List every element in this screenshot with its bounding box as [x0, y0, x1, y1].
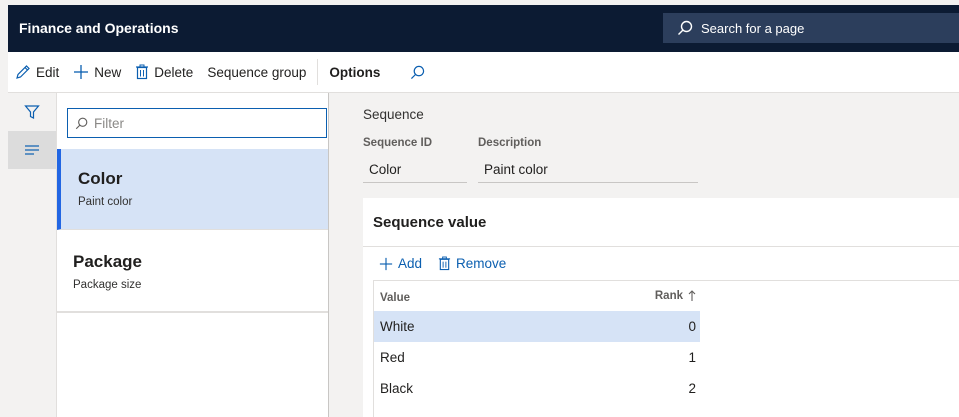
search-icon — [75, 117, 88, 129]
details-pane: Sequence Sequence ID Color Description P… — [338, 93, 959, 417]
filter-pane-button[interactable] — [8, 93, 56, 131]
new-label: New — [94, 64, 122, 80]
nav-bar: Finance and Operations Search for a page — [8, 5, 959, 52]
sequence-group-label: Sequence group — [207, 64, 307, 80]
sequence-id-label: Sequence ID — [363, 137, 433, 149]
list-item-title: Package — [73, 252, 142, 271]
edit-icon — [16, 65, 30, 79]
find-button[interactable] — [403, 52, 437, 93]
list-item[interactable]: Package Package size — [57, 231, 328, 312]
remove-label: Remove — [456, 256, 507, 271]
app-title[interactable]: Finance and Operations — [19, 20, 178, 36]
cell-rank: 2 — [688, 381, 696, 396]
add-button[interactable]: Add — [379, 256, 422, 271]
list-item-subtitle: Paint color — [78, 196, 133, 208]
list-pane: Color Paint color Package Package size — [57, 93, 329, 417]
options-tab[interactable]: Options — [322, 52, 387, 93]
list-item[interactable]: Color Paint color — [57, 149, 328, 230]
add-icon — [74, 65, 89, 79]
sort-ascending-icon — [688, 290, 696, 301]
filter-box[interactable] — [67, 108, 327, 138]
fasttab-title[interactable]: Sequence value — [373, 214, 486, 231]
edit-button[interactable]: Edit — [8, 52, 66, 93]
table-row[interactable]: Black 2 — [374, 373, 700, 404]
remove-button[interactable]: Remove — [438, 256, 506, 271]
table-row[interactable]: Red 1 — [374, 342, 700, 373]
action-pane: Edit New Delete Sequence group Options — [8, 52, 959, 93]
options-label: Options — [329, 64, 381, 80]
new-button[interactable]: New — [66, 52, 128, 93]
fasttab-divider — [363, 246, 959, 247]
column-header-value[interactable]: Value — [380, 292, 410, 304]
delete-icon — [438, 256, 451, 271]
cell-rank: 0 — [688, 319, 696, 334]
cell-rank: 1 — [688, 350, 696, 365]
edit-label: Edit — [36, 64, 60, 80]
filter-input[interactable] — [94, 115, 314, 131]
find-icon — [411, 65, 425, 79]
list-item-title: Color — [78, 169, 123, 188]
delete-icon — [136, 64, 149, 80]
filter-icon — [24, 105, 40, 119]
sequence-id-field[interactable]: Color — [363, 154, 467, 183]
sequence-group-button[interactable]: Sequence group — [200, 52, 313, 93]
add-label: Add — [398, 256, 423, 271]
delete-button[interactable]: Delete — [128, 52, 200, 93]
sequence-value-grid: Value Rank White 0 Red 1 Black 2 — [373, 280, 959, 417]
search-box[interactable]: Search for a page — [663, 13, 959, 43]
column-header-rank-label: Rank — [654, 290, 683, 302]
description-field[interactable]: Paint color — [478, 154, 698, 183]
column-header-rank[interactable]: Rank — [655, 290, 696, 302]
list-view-button[interactable] — [8, 131, 56, 169]
delete-label: Delete — [154, 64, 194, 80]
action-separator — [317, 59, 319, 85]
list-icon — [25, 145, 39, 155]
table-row[interactable]: White 0 — [374, 311, 700, 342]
search-icon — [678, 20, 693, 35]
list-item-subtitle: Package size — [73, 279, 142, 291]
cell-value: Red — [380, 350, 405, 365]
grid-header: Value Rank — [374, 281, 700, 311]
add-icon — [379, 257, 393, 270]
grid-toolbar: Add Remove — [379, 256, 522, 271]
list-empty-area — [57, 312, 328, 417]
description-label: Description — [478, 137, 542, 149]
search-placeholder: Search for a page — [701, 20, 805, 36]
left-rail — [8, 93, 57, 417]
cell-value: White — [380, 319, 415, 334]
sequence-value-fasttab: Sequence value Add Remove Value Rank Whi — [363, 198, 959, 417]
section-label: Sequence — [363, 107, 424, 122]
cell-value: Black — [380, 381, 414, 396]
